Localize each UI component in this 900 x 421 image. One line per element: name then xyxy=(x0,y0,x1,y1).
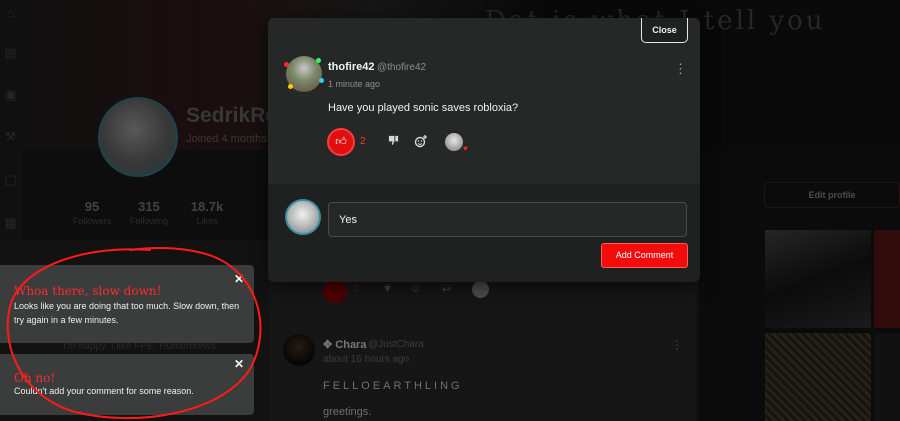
toast-message: Couldn't add your comment for some reaso… xyxy=(14,386,194,396)
reactor-avatar[interactable] xyxy=(445,133,463,151)
current-user-avatar xyxy=(285,199,321,235)
comment-input[interactable] xyxy=(328,202,687,237)
post-text: Have you played sonic saves robloxia? xyxy=(328,102,519,114)
post-author-name[interactable]: thofire42 xyxy=(328,61,374,73)
toast-message: Looks like you are doing that too much. … xyxy=(14,301,240,325)
add-comment-button[interactable]: Add Comment xyxy=(601,243,688,268)
add-reaction-icon[interactable] xyxy=(414,134,428,148)
toast-title: Oh no! xyxy=(14,371,56,385)
toast-error: Oh no! Couldn't add your comment for som… xyxy=(0,354,254,415)
avatar-decoration xyxy=(316,58,321,63)
close-icon[interactable]: ✕ xyxy=(232,357,246,371)
app-window: Dat is what I tell you ⌂ ▤ ▣ ⚒ ▢ ▦ Sedri… xyxy=(0,0,900,421)
heart-icon: ♥ xyxy=(463,144,468,153)
avatar-decoration xyxy=(288,84,293,89)
like-count: 2 xyxy=(360,136,366,147)
toast-rate-limit: Whoa there, slow down! Looks like you ar… xyxy=(0,265,254,343)
avatar-decoration xyxy=(319,78,324,83)
post-menu-icon[interactable]: ⋮ xyxy=(674,62,687,78)
post-author-avatar[interactable] xyxy=(284,56,324,92)
avatar-decoration xyxy=(284,62,289,67)
post-section xyxy=(268,18,700,184)
post-time: 1 minute ago xyxy=(328,79,381,89)
post-author-handle: @thofire42 xyxy=(377,62,427,73)
post-modal: Close thofire42 @thofire42 1 minute ago … xyxy=(268,18,700,282)
thumbs-down-icon[interactable] xyxy=(386,135,400,149)
toast-title: Whoa there, slow down! xyxy=(14,284,162,298)
thumbs-up-icon: 👍︎ xyxy=(335,136,347,148)
close-button[interactable]: Close xyxy=(641,18,688,43)
like-button[interactable]: 👍︎ xyxy=(327,128,355,156)
close-icon[interactable]: ✕ xyxy=(232,272,246,286)
